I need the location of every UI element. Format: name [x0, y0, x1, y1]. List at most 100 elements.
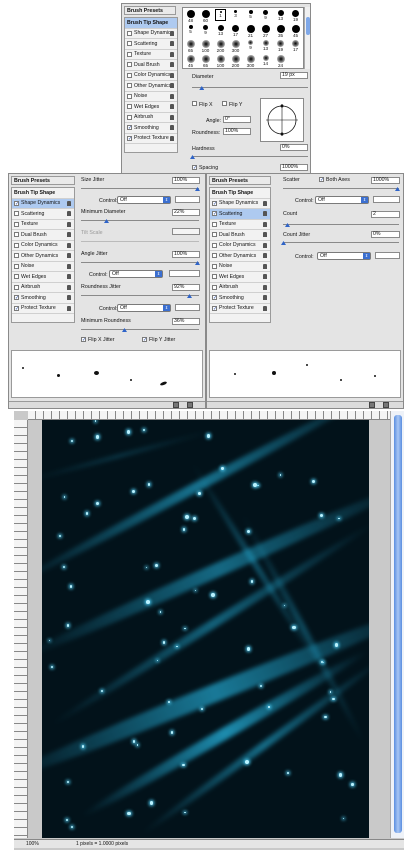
brush-preset-cell[interactable]: 100	[215, 54, 226, 68]
lock-icon[interactable]	[170, 125, 174, 130]
brush-preset-cell[interactable]: 60	[200, 9, 211, 23]
option-checkbox[interactable]	[212, 232, 217, 238]
brush-preset-cell[interactable]: 200	[215, 39, 226, 53]
min-diameter-field[interactable]: 22%	[172, 209, 200, 216]
lock-icon[interactable]	[170, 72, 174, 78]
option-checkbox[interactable]	[14, 211, 19, 217]
brush-preset-cell[interactable]: 27	[260, 24, 271, 38]
option-checkbox[interactable]	[14, 221, 19, 227]
option-checkbox[interactable]	[127, 62, 132, 68]
min-roundness-field[interactable]: 36%	[172, 318, 200, 325]
option-checkbox[interactable]	[212, 263, 217, 269]
option-item-protect-texture[interactable]: ✓ Protect Texture	[12, 304, 74, 314]
option-checkbox[interactable]: ✓	[212, 295, 217, 301]
scatter-slider[interactable]	[283, 188, 399, 189]
option-item-protect-texture[interactable]: ✓ Protect Texture	[125, 134, 177, 144]
lock-icon[interactable]	[67, 274, 71, 279]
brush-preset-cell[interactable]: 35	[275, 24, 286, 38]
hardness-field[interactable]: 0%	[280, 144, 308, 151]
option-item-brush-tip-shape[interactable]: Brush Tip Shape	[12, 188, 74, 199]
brush-preset-cell[interactable]: 300	[245, 54, 256, 68]
count-slider[interactable]	[283, 224, 399, 225]
lock-icon[interactable]	[263, 200, 267, 206]
option-item-smoothing[interactable]: ✓ Smoothing	[125, 123, 177, 134]
option-item-shape-dynamics[interactable]: ✓ Shape Dynamics	[12, 198, 74, 209]
brush-preset-cell[interactable]: 45	[185, 54, 196, 68]
size-jitter-field[interactable]: 100%	[172, 177, 200, 184]
vertical-scrollbar[interactable]	[390, 411, 404, 838]
option-item-shape-dynamics[interactable]: ✓ Shape Dynamics	[210, 199, 270, 209]
lock-icon[interactable]	[170, 104, 174, 109]
option-item-dual-brush[interactable]: Dual Brush	[12, 230, 74, 241]
brush-presets-button[interactable]: Brush Presets	[209, 176, 271, 185]
option-item-texture[interactable]: Texture	[210, 220, 270, 230]
brush-presets-button[interactable]: Brush Presets	[124, 6, 176, 15]
angle-circle-icon[interactable]	[261, 99, 303, 141]
vertical-ruler[interactable]	[14, 420, 28, 838]
flip-x-jitter-checkbox[interactable]: ✓ Flip X Jitter	[81, 337, 115, 343]
diameter-slider[interactable]	[192, 87, 308, 88]
option-item-brush-tip-shape[interactable]: Brush Tip Shape	[210, 188, 270, 199]
brush-preset-cell[interactable]: 100	[200, 39, 211, 53]
lock-icon[interactable]	[170, 135, 174, 141]
flip-x-box[interactable]	[192, 101, 197, 106]
option-checkbox[interactable]	[14, 242, 19, 248]
both-axes-checkbox[interactable]: ✓ Both Axes	[319, 177, 350, 183]
option-item-wet-edges[interactable]: Wet Edges	[125, 102, 177, 113]
brush-preset-cell[interactable]: 21	[245, 24, 256, 38]
vertical-scroll-thumb[interactable]	[394, 415, 402, 833]
option-item-color-dynamics[interactable]: Color Dynamics	[210, 241, 270, 251]
lock-icon[interactable]	[263, 253, 267, 258]
option-checkbox[interactable]: ✓	[127, 125, 132, 131]
brush-preset-cell[interactable]: 200	[230, 54, 241, 68]
roundness-control-fade-field[interactable]	[175, 304, 200, 311]
brush-preset-cell[interactable]: 65	[185, 39, 196, 53]
min-diameter-slider[interactable]	[81, 220, 199, 221]
lock-icon[interactable]	[67, 253, 71, 258]
hardness-slider[interactable]	[192, 156, 308, 157]
brush-preset-cell[interactable]: 17	[230, 24, 241, 37]
tilt-scale-slider[interactable]	[81, 241, 199, 242]
count-control-select[interactable]: Off ⇕	[317, 252, 371, 260]
option-checkbox[interactable]: ✓	[14, 305, 19, 311]
size-jitter-slider[interactable]	[81, 188, 199, 189]
option-item-scattering[interactable]: Scattering	[12, 209, 74, 220]
lock-icon[interactable]	[170, 114, 174, 120]
size-control-select[interactable]: Off ⇕	[117, 196, 171, 204]
option-item-texture[interactable]: Texture	[12, 220, 74, 230]
lock-icon[interactable]	[170, 83, 174, 88]
lock-icon[interactable]	[67, 263, 71, 269]
document-info[interactable]: 1 pixels = 1.0000 pixels	[76, 841, 128, 847]
option-checkbox[interactable]	[127, 83, 132, 89]
option-checkbox[interactable]	[212, 274, 217, 280]
option-checkbox[interactable]	[212, 284, 217, 290]
brush-preset-cell[interactable]: 5	[245, 9, 256, 21]
brush-presets-button[interactable]: Brush Presets	[11, 176, 75, 185]
new-preset-icon[interactable]	[369, 402, 375, 408]
lock-icon[interactable]	[67, 284, 71, 290]
brush-grid-scrollbar[interactable]	[304, 7, 310, 69]
lock-icon[interactable]	[263, 295, 267, 300]
lock-icon[interactable]	[170, 93, 174, 99]
lock-icon[interactable]	[263, 284, 267, 290]
option-checkbox[interactable]	[127, 93, 132, 99]
brush-preset-cell[interactable]: 17	[290, 39, 301, 52]
option-checkbox[interactable]	[14, 274, 19, 280]
option-item-airbrush[interactable]: Airbrush	[12, 283, 74, 293]
option-checkbox[interactable]	[14, 284, 19, 290]
new-preset-icon[interactable]	[173, 402, 179, 408]
brush-preset-cell[interactable]: 45	[290, 24, 301, 38]
brush-preset-cell[interactable]: 9	[245, 39, 256, 51]
lock-icon[interactable]	[170, 62, 174, 67]
option-item-dual-brush[interactable]: Dual Brush	[125, 60, 177, 71]
count-control-fade-field[interactable]	[375, 252, 400, 259]
lock-icon[interactable]	[263, 232, 267, 237]
brush-angle-widget[interactable]	[260, 98, 304, 142]
brush-preset-cell[interactable]: 300	[230, 39, 241, 53]
option-item-scattering[interactable]: Scattering	[125, 39, 177, 50]
count-jitter-slider[interactable]	[283, 242, 399, 243]
option-checkbox[interactable]	[212, 253, 217, 259]
spacing-box[interactable]: ✓	[192, 165, 197, 171]
brush-preset-cell[interactable]: 13	[215, 24, 226, 36]
brush-tip-grid[interactable]: 48 60 1 3 5 9 13 19 5 9 13 17 21 27 35 45 65 100 200 300 9 13…	[182, 7, 304, 69]
